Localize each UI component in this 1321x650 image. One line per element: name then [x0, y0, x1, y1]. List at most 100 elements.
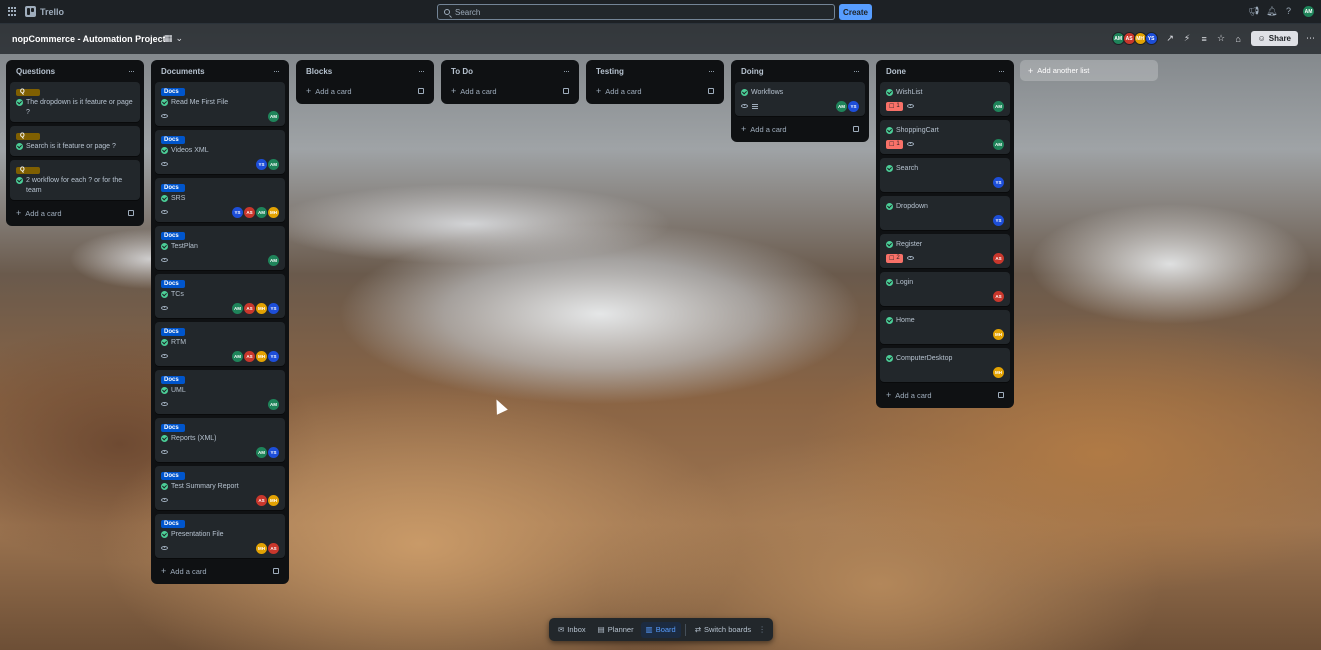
rocket-icon[interactable]: ↗: [1166, 33, 1175, 44]
complete-check-icon[interactable]: [161, 531, 168, 538]
complete-check-icon[interactable]: [741, 89, 748, 96]
visibility-icon[interactable]: ⌂: [1234, 34, 1243, 44]
board-members[interactable]: AM AS MH YS: [1111, 32, 1158, 45]
list-title[interactable]: Questions: [16, 67, 55, 76]
inbox-tab[interactable]: ✉︎ Inbox: [553, 622, 591, 638]
list-title[interactable]: Done: [886, 67, 906, 76]
add-list-button[interactable]: + Add another list: [1020, 60, 1158, 81]
member-avatar[interactable]: AM: [993, 138, 1004, 150]
filter-icon[interactable]: ≡: [1200, 34, 1209, 44]
complete-check-icon[interactable]: [16, 177, 23, 184]
member-avatar[interactable]: AS: [268, 542, 279, 554]
member-avatar[interactable]: AS: [244, 206, 255, 218]
complete-check-icon[interactable]: [886, 317, 893, 324]
member-avatar[interactable]: AM: [268, 158, 279, 170]
member-avatar[interactable]: YS: [268, 350, 279, 362]
member-avatar[interactable]: AM: [836, 100, 847, 112]
card-label[interactable]: Docs: [161, 376, 185, 384]
complete-check-icon[interactable]: [886, 127, 893, 134]
card-label[interactable]: Q: [16, 167, 40, 174]
list-title[interactable]: Testing: [596, 67, 624, 76]
member-avatar[interactable]: YS: [993, 214, 1004, 226]
share-button[interactable]: ☺ Share: [1250, 31, 1298, 46]
megaphone-icon[interactable]: 📢︎: [1248, 7, 1259, 16]
card-label[interactable]: Docs: [161, 88, 185, 96]
board-title[interactable]: nopCommerce - Automation Project: [12, 34, 166, 44]
account-avatar[interactable]: AM: [1302, 5, 1315, 18]
card-label[interactable]: Docs: [161, 328, 185, 336]
add-card-button[interactable]: + Add a card: [10, 204, 140, 222]
drag-handle-icon[interactable]: ⋮: [758, 625, 766, 634]
card[interactable]: Q 2 workflow for each ? or for the team: [10, 160, 140, 200]
list-title[interactable]: To Do: [451, 67, 473, 76]
member-avatar[interactable]: MH: [256, 302, 267, 314]
member-avatar[interactable]: YS: [1144, 32, 1158, 45]
card[interactable]: Docs TCs AM AS MH YS: [155, 274, 285, 318]
complete-check-icon[interactable]: [886, 241, 893, 248]
complete-check-icon[interactable]: [886, 355, 893, 362]
complete-check-icon[interactable]: [161, 387, 168, 394]
complete-check-icon[interactable]: [161, 291, 168, 298]
card[interactable]: Docs Reports (XML) AM YS: [155, 418, 285, 462]
member-avatar[interactable]: AM: [256, 206, 267, 218]
complete-check-icon[interactable]: [16, 143, 23, 150]
card[interactable]: ComputerDesktop MH: [880, 348, 1010, 382]
more-icon[interactable]: ⋯: [1306, 33, 1315, 44]
add-card-button[interactable]: + Add a card: [445, 82, 575, 100]
card-label[interactable]: Q: [16, 133, 40, 140]
card[interactable]: Register ☐ 2 AS: [880, 234, 1010, 268]
card[interactable]: ShoppingCart ☐ 1 AM: [880, 120, 1010, 154]
complete-check-icon[interactable]: [161, 195, 168, 202]
help-icon[interactable]: ?: [1284, 7, 1293, 16]
member-avatar[interactable]: YS: [256, 158, 267, 170]
member-avatar[interactable]: AS: [244, 350, 255, 362]
complete-check-icon[interactable]: [161, 483, 168, 490]
add-card-button[interactable]: + Add a card: [155, 562, 285, 580]
member-avatar[interactable]: MH: [256, 350, 267, 362]
member-avatar[interactable]: AM: [268, 110, 279, 122]
member-avatar[interactable]: MH: [268, 206, 279, 218]
add-card-button[interactable]: + Add a card: [735, 120, 865, 138]
member-avatar[interactable]: AM: [268, 254, 279, 266]
card[interactable]: Docs RTM AM AS MH YS: [155, 322, 285, 366]
member-avatar[interactable]: YS: [268, 446, 279, 458]
card[interactable]: Docs Test Summary Report AS MH: [155, 466, 285, 510]
list-menu-icon[interactable]: ···: [998, 66, 1005, 76]
card-label[interactable]: Docs: [161, 184, 185, 192]
complete-check-icon[interactable]: [161, 339, 168, 346]
member-avatar[interactable]: AS: [256, 494, 267, 506]
member-avatar[interactable]: MH: [256, 542, 267, 554]
card-template-icon[interactable]: [418, 88, 424, 94]
card[interactable]: Home MH: [880, 310, 1010, 344]
list-menu-icon[interactable]: ···: [563, 66, 570, 76]
card-template-icon[interactable]: [273, 568, 279, 574]
card[interactable]: WishList ☐ 1 AM: [880, 82, 1010, 116]
trello-logo[interactable]: Trello: [25, 6, 64, 17]
complete-check-icon[interactable]: [161, 435, 168, 442]
member-avatar[interactable]: AM: [232, 302, 243, 314]
card[interactable]: Docs TestPlan AM: [155, 226, 285, 270]
member-avatar[interactable]: AS: [993, 290, 1004, 302]
switch-boards-tab[interactable]: ⇄ Switch boards: [690, 622, 756, 638]
complete-check-icon[interactable]: [886, 279, 893, 286]
list-menu-icon[interactable]: ···: [418, 66, 425, 76]
star-icon[interactable]: ☆: [1217, 33, 1226, 44]
card[interactable]: Workflows AM YS: [735, 82, 865, 116]
app-switcher-icon[interactable]: [8, 7, 17, 16]
card[interactable]: Docs Presentation File MH AS: [155, 514, 285, 558]
member-avatar[interactable]: AS: [244, 302, 255, 314]
card[interactable]: Search YS: [880, 158, 1010, 192]
card-label[interactable]: Docs: [161, 520, 185, 528]
card-label[interactable]: Docs: [161, 136, 185, 144]
search-input[interactable]: [455, 7, 815, 17]
card[interactable]: Dropdown YS: [880, 196, 1010, 230]
board-tab[interactable]: ▥ Board: [640, 621, 681, 638]
member-avatar[interactable]: YS: [848, 100, 859, 112]
complete-check-icon[interactable]: [886, 165, 893, 172]
member-avatar[interactable]: MH: [993, 328, 1004, 340]
create-button[interactable]: Create: [839, 4, 872, 20]
card[interactable]: Q Search is it feature or page ?: [10, 126, 140, 156]
card[interactable]: Login AS: [880, 272, 1010, 306]
member-avatar[interactable]: AS: [993, 252, 1004, 264]
card-template-icon[interactable]: [128, 210, 134, 216]
